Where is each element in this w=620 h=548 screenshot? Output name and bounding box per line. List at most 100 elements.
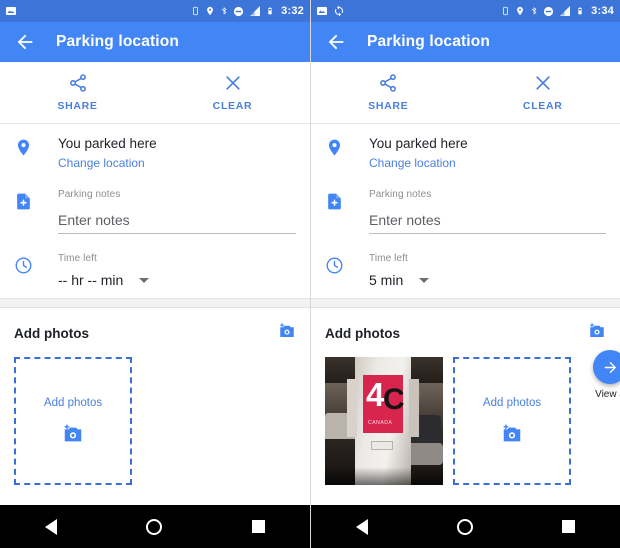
time-left-icon-slot bbox=[325, 242, 357, 298]
action-bar: SHARE CLEAR bbox=[311, 62, 620, 124]
share-icon bbox=[380, 74, 397, 92]
battery-icon bbox=[268, 7, 272, 15]
vibrate-icon bbox=[503, 6, 508, 16]
nav-back-icon[interactable] bbox=[44, 518, 57, 535]
parking-notes-label: Parking notes bbox=[369, 189, 432, 200]
change-location-link[interactable]: Change location bbox=[369, 154, 456, 172]
sign-number: 4 bbox=[366, 376, 385, 413]
clock-icon bbox=[15, 257, 32, 274]
time-left-label: Time left bbox=[58, 253, 97, 264]
status-bar-right-icons: 3:34 bbox=[501, 5, 614, 17]
location-icon bbox=[207, 6, 214, 16]
map-pin-icon bbox=[17, 139, 30, 156]
clear-button[interactable]: CLEAR bbox=[466, 62, 620, 123]
parked-location-row: You parked here Change location bbox=[0, 124, 310, 178]
add-a-photo-icon bbox=[279, 323, 294, 337]
add-photos-placeholder[interactable]: Add photos bbox=[453, 357, 571, 485]
time-left-select[interactable]: -- hr -- min bbox=[58, 272, 296, 298]
time-left-value: -- hr -- min bbox=[58, 272, 124, 288]
share-button[interactable]: SHARE bbox=[311, 62, 466, 123]
add-photos-placeholder[interactable]: Add photos bbox=[14, 357, 132, 485]
time-left-label: Time left bbox=[369, 253, 408, 264]
view-all-fab[interactable] bbox=[593, 350, 620, 384]
phone-screen-left: 3:32 Parking location SHARE CLEAR You pa… bbox=[0, 0, 310, 548]
status-bar: 3:32 bbox=[0, 0, 310, 22]
add-photos-title: Add photos bbox=[325, 326, 400, 341]
section-divider bbox=[0, 298, 310, 308]
app-bar: Parking location bbox=[311, 22, 620, 62]
time-left-body: Time left -- hr -- min bbox=[46, 242, 310, 298]
share-button[interactable]: SHARE bbox=[0, 62, 155, 123]
parked-location-body: You parked here Change location bbox=[46, 124, 310, 178]
view-all-fab-wrap: View a bbox=[584, 350, 620, 400]
nav-home-icon[interactable] bbox=[146, 518, 163, 535]
parking-notes-input[interactable]: Enter notes bbox=[369, 210, 606, 234]
photos-strip: Add photos bbox=[0, 345, 310, 485]
nav-recents-icon[interactable] bbox=[252, 520, 266, 533]
add-photos-header: Add photos bbox=[0, 308, 310, 345]
status-bar-right-icons: 3:32 bbox=[191, 5, 304, 17]
do-not-disturb-icon bbox=[544, 6, 554, 16]
sync-icon bbox=[334, 5, 344, 17]
bluetooth-icon bbox=[221, 7, 227, 15]
parking-level-sign: 4 C CANADA bbox=[363, 375, 405, 433]
arrow-right-icon bbox=[604, 361, 616, 373]
add-photos-placeholder-label: Add photos bbox=[43, 397, 103, 409]
parking-notes-body: Parking notes Enter notes bbox=[357, 178, 620, 242]
parking-notes-placeholder: Enter notes bbox=[58, 212, 130, 228]
status-bar-left-icons bbox=[316, 5, 345, 17]
status-bar-clock: 3:34 bbox=[591, 5, 614, 17]
parked-location-icon-slot bbox=[325, 124, 357, 178]
clear-button[interactable]: CLEAR bbox=[155, 62, 310, 123]
clock-icon bbox=[326, 257, 343, 274]
parking-notes-input[interactable]: Enter notes bbox=[58, 210, 296, 234]
add-photos-title: Add photos bbox=[14, 326, 89, 341]
location-icon bbox=[517, 6, 524, 16]
close-icon bbox=[225, 76, 240, 90]
back-arrow-icon[interactable] bbox=[14, 31, 36, 53]
time-left-value: 5 min bbox=[369, 272, 404, 288]
android-nav-bar bbox=[311, 505, 620, 548]
pillar-placard bbox=[371, 441, 393, 450]
change-location-link[interactable]: Change location bbox=[58, 154, 145, 172]
back-arrow-icon[interactable] bbox=[325, 31, 347, 53]
add-photos-placeholder-label: Add photos bbox=[482, 397, 542, 409]
garage-floor-shadow bbox=[325, 467, 443, 485]
nav-back-icon[interactable] bbox=[355, 518, 368, 535]
add-a-photo-button[interactable] bbox=[588, 322, 606, 345]
add-photos-section: Add photos Add photos bbox=[0, 308, 310, 505]
nav-home-icon[interactable] bbox=[456, 518, 473, 535]
parking-notes-label: Parking notes bbox=[58, 189, 121, 200]
share-icon bbox=[69, 74, 86, 92]
share-button-label: SHARE bbox=[368, 100, 409, 112]
parking-notes-row: Parking notes Enter notes bbox=[311, 178, 620, 242]
clear-button-label: CLEAR bbox=[212, 100, 253, 112]
time-left-icon-slot bbox=[14, 242, 46, 298]
add-a-photo-icon bbox=[503, 424, 521, 442]
parked-location-row: You parked here Change location bbox=[311, 124, 620, 178]
add-a-photo-button[interactable] bbox=[278, 322, 296, 345]
page-title: Parking location bbox=[56, 33, 179, 50]
garage-pillar: 4 C CANADA bbox=[347, 357, 419, 485]
status-bar-clock: 3:32 bbox=[281, 5, 304, 17]
bluetooth-icon bbox=[531, 7, 537, 15]
close-icon bbox=[536, 76, 550, 90]
sign-caption: CANADA bbox=[368, 420, 393, 426]
parking-notes-row: Parking notes Enter notes bbox=[0, 178, 310, 242]
time-left-select[interactable]: 5 min bbox=[369, 272, 606, 298]
parking-notes-body: Parking notes Enter notes bbox=[46, 178, 310, 242]
status-bar: 3:34 bbox=[311, 0, 620, 22]
time-left-row: Time left -- hr -- min bbox=[0, 242, 310, 298]
app-bar: Parking location bbox=[0, 22, 310, 62]
share-button-label: SHARE bbox=[57, 100, 98, 112]
signal-icon bbox=[560, 6, 571, 16]
clear-button-label: CLEAR bbox=[522, 100, 563, 112]
time-left-row: Time left 5 min bbox=[311, 242, 620, 298]
signal-icon bbox=[250, 6, 261, 16]
nav-recents-icon[interactable] bbox=[562, 520, 576, 533]
photo-thumbnail[interactable]: 4 C CANADA bbox=[325, 357, 443, 485]
add-photos-header: Add photos bbox=[311, 308, 620, 345]
time-left-body: Time left 5 min bbox=[357, 242, 620, 298]
status-bar-left-icons bbox=[5, 5, 17, 17]
chevron-down-icon bbox=[419, 277, 430, 283]
